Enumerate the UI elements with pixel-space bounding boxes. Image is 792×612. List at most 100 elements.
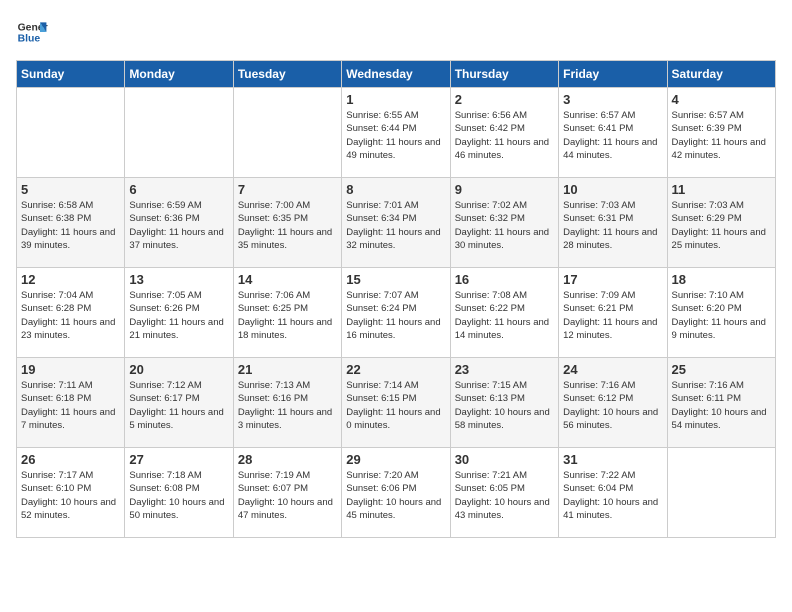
calendar-cell: 4 Sunrise: 6:57 AM Sunset: 6:39 PM Daylig… bbox=[667, 88, 775, 178]
calendar-cell: 26 Sunrise: 7:17 AM Sunset: 6:10 PM Dayli… bbox=[17, 448, 125, 538]
calendar-week-2: 5 Sunrise: 6:58 AM Sunset: 6:38 PM Daylig… bbox=[17, 178, 776, 268]
day-info: Sunrise: 7:00 AM Sunset: 6:35 PM Dayligh… bbox=[238, 199, 337, 252]
day-number: 6 bbox=[129, 182, 228, 197]
day-number: 1 bbox=[346, 92, 445, 107]
day-number: 20 bbox=[129, 362, 228, 377]
dow-header-tuesday: Tuesday bbox=[233, 61, 341, 88]
calendar-cell: 3 Sunrise: 6:57 AM Sunset: 6:41 PM Daylig… bbox=[559, 88, 667, 178]
calendar-week-5: 26 Sunrise: 7:17 AM Sunset: 6:10 PM Dayli… bbox=[17, 448, 776, 538]
dow-header-thursday: Thursday bbox=[450, 61, 558, 88]
calendar-cell: 21 Sunrise: 7:13 AM Sunset: 6:16 PM Dayli… bbox=[233, 358, 341, 448]
day-number: 11 bbox=[672, 182, 771, 197]
calendar-cell: 14 Sunrise: 7:06 AM Sunset: 6:25 PM Dayli… bbox=[233, 268, 341, 358]
day-info: Sunrise: 7:02 AM Sunset: 6:32 PM Dayligh… bbox=[455, 199, 554, 252]
calendar-cell: 24Sunrise: 7:16 AM Sunset: 6:12 PM Dayli… bbox=[559, 358, 667, 448]
day-number: 7 bbox=[238, 182, 337, 197]
day-info: Sunrise: 6:57 AM Sunset: 6:41 PM Dayligh… bbox=[563, 109, 662, 162]
day-number: 9 bbox=[455, 182, 554, 197]
day-number: 19 bbox=[21, 362, 120, 377]
day-info: Sunrise: 7:16 AM Sunset: 6:12 PM Dayligh… bbox=[563, 379, 662, 432]
day-number: 14 bbox=[238, 272, 337, 287]
days-of-week-row: SundayMondayTuesdayWednesdayThursdayFrid… bbox=[17, 61, 776, 88]
day-info: Sunrise: 7:16 AM Sunset: 6:11 PM Dayligh… bbox=[672, 379, 771, 432]
calendar-cell: 7 Sunrise: 7:00 AM Sunset: 6:35 PM Daylig… bbox=[233, 178, 341, 268]
calendar-cell bbox=[667, 448, 775, 538]
day-number: 21 bbox=[238, 362, 337, 377]
calendar-cell: 9 Sunrise: 7:02 AM Sunset: 6:32 PM Daylig… bbox=[450, 178, 558, 268]
calendar-cell: 20 Sunrise: 7:12 AM Sunset: 6:17 PM Dayli… bbox=[125, 358, 233, 448]
calendar-cell: 15Sunrise: 7:07 AM Sunset: 6:24 PM Dayli… bbox=[342, 268, 450, 358]
calendar-cell: 11 Sunrise: 7:03 AM Sunset: 6:29 PM Dayli… bbox=[667, 178, 775, 268]
calendar-cell: 13Sunrise: 7:05 AM Sunset: 6:26 PM Dayli… bbox=[125, 268, 233, 358]
logo: General Blue bbox=[16, 16, 48, 48]
day-number: 18 bbox=[672, 272, 771, 287]
day-info: Sunrise: 7:13 AM Sunset: 6:16 PM Dayligh… bbox=[238, 379, 337, 432]
calendar-cell: 28 Sunrise: 7:19 AM Sunset: 6:07 PM Dayli… bbox=[233, 448, 341, 538]
calendar-cell bbox=[125, 88, 233, 178]
calendar-cell: 17Sunrise: 7:09 AM Sunset: 6:21 PM Dayli… bbox=[559, 268, 667, 358]
dow-header-wednesday: Wednesday bbox=[342, 61, 450, 88]
calendar-cell: 19 Sunrise: 7:11 AM Sunset: 6:18 PM Dayli… bbox=[17, 358, 125, 448]
day-number: 10 bbox=[563, 182, 662, 197]
day-info: Sunrise: 6:57 AM Sunset: 6:39 PM Dayligh… bbox=[672, 109, 771, 162]
day-info: Sunrise: 7:03 AM Sunset: 6:29 PM Dayligh… bbox=[672, 199, 771, 252]
day-info: Sunrise: 7:05 AM Sunset: 6:26 PM Dayligh… bbox=[129, 289, 228, 342]
day-info: Sunrise: 7:12 AM Sunset: 6:17 PM Dayligh… bbox=[129, 379, 228, 432]
calendar-week-4: 19 Sunrise: 7:11 AM Sunset: 6:18 PM Dayli… bbox=[17, 358, 776, 448]
calendar-week-1: 1 Sunrise: 6:55 AM Sunset: 6:44 PM Daylig… bbox=[17, 88, 776, 178]
day-number: 15 bbox=[346, 272, 445, 287]
day-number: 23 bbox=[455, 362, 554, 377]
day-info: Sunrise: 7:22 AM Sunset: 6:04 PM Dayligh… bbox=[563, 469, 662, 522]
day-info: Sunrise: 6:59 AM Sunset: 6:36 PM Dayligh… bbox=[129, 199, 228, 252]
day-info: Sunrise: 7:19 AM Sunset: 6:07 PM Dayligh… bbox=[238, 469, 337, 522]
day-number: 22 bbox=[346, 362, 445, 377]
day-info: Sunrise: 7:21 AM Sunset: 6:05 PM Dayligh… bbox=[455, 469, 554, 522]
day-number: 29 bbox=[346, 452, 445, 467]
day-info: Sunrise: 7:20 AM Sunset: 6:06 PM Dayligh… bbox=[346, 469, 445, 522]
day-info: Sunrise: 7:09 AM Sunset: 6:21 PM Dayligh… bbox=[563, 289, 662, 342]
calendar-week-3: 12 Sunrise: 7:04 AM Sunset: 6:28 PM Dayli… bbox=[17, 268, 776, 358]
day-number: 26 bbox=[21, 452, 120, 467]
calendar-cell: 31 Sunrise: 7:22 AM Sunset: 6:04 PM Dayli… bbox=[559, 448, 667, 538]
day-number: 27 bbox=[129, 452, 228, 467]
calendar-cell: 25Sunrise: 7:16 AM Sunset: 6:11 PM Dayli… bbox=[667, 358, 775, 448]
day-info: Sunrise: 7:14 AM Sunset: 6:15 PM Dayligh… bbox=[346, 379, 445, 432]
day-info: Sunrise: 7:10 AM Sunset: 6:20 PM Dayligh… bbox=[672, 289, 771, 342]
calendar-cell: 5 Sunrise: 6:58 AM Sunset: 6:38 PM Daylig… bbox=[17, 178, 125, 268]
day-info: Sunrise: 7:01 AM Sunset: 6:34 PM Dayligh… bbox=[346, 199, 445, 252]
day-number: 31 bbox=[563, 452, 662, 467]
day-number: 5 bbox=[21, 182, 120, 197]
dow-header-monday: Monday bbox=[125, 61, 233, 88]
dow-header-sunday: Sunday bbox=[17, 61, 125, 88]
calendar-cell: 6 Sunrise: 6:59 AM Sunset: 6:36 PM Daylig… bbox=[125, 178, 233, 268]
calendar-cell: 23Sunrise: 7:15 AM Sunset: 6:13 PM Dayli… bbox=[450, 358, 558, 448]
calendar-table: SundayMondayTuesdayWednesdayThursdayFrid… bbox=[16, 60, 776, 538]
calendar-cell: 10Sunrise: 7:03 AM Sunset: 6:31 PM Dayli… bbox=[559, 178, 667, 268]
day-number: 2 bbox=[455, 92, 554, 107]
calendar-cell: 27 Sunrise: 7:18 AM Sunset: 6:08 PM Dayli… bbox=[125, 448, 233, 538]
calendar-cell bbox=[233, 88, 341, 178]
day-info: Sunrise: 6:55 AM Sunset: 6:44 PM Dayligh… bbox=[346, 109, 445, 162]
calendar-cell: 2 Sunrise: 6:56 AM Sunset: 6:42 PM Daylig… bbox=[450, 88, 558, 178]
calendar-cell: 29 Sunrise: 7:20 AM Sunset: 6:06 PM Dayli… bbox=[342, 448, 450, 538]
day-info: Sunrise: 7:18 AM Sunset: 6:08 PM Dayligh… bbox=[129, 469, 228, 522]
calendar-cell: 8 Sunrise: 7:01 AM Sunset: 6:34 PM Daylig… bbox=[342, 178, 450, 268]
day-info: Sunrise: 7:06 AM Sunset: 6:25 PM Dayligh… bbox=[238, 289, 337, 342]
logo-icon: General Blue bbox=[16, 16, 48, 48]
calendar-cell: 30Sunrise: 7:21 AM Sunset: 6:05 PM Dayli… bbox=[450, 448, 558, 538]
day-info: Sunrise: 7:04 AM Sunset: 6:28 PM Dayligh… bbox=[21, 289, 120, 342]
calendar-cell: 1 Sunrise: 6:55 AM Sunset: 6:44 PM Daylig… bbox=[342, 88, 450, 178]
day-info: Sunrise: 7:11 AM Sunset: 6:18 PM Dayligh… bbox=[21, 379, 120, 432]
day-number: 12 bbox=[21, 272, 120, 287]
day-info: Sunrise: 6:56 AM Sunset: 6:42 PM Dayligh… bbox=[455, 109, 554, 162]
day-number: 28 bbox=[238, 452, 337, 467]
day-number: 4 bbox=[672, 92, 771, 107]
calendar-cell: 18 Sunrise: 7:10 AM Sunset: 6:20 PM Dayli… bbox=[667, 268, 775, 358]
svg-text:Blue: Blue bbox=[18, 34, 41, 45]
day-info: Sunrise: 6:58 AM Sunset: 6:38 PM Dayligh… bbox=[21, 199, 120, 252]
calendar-cell: 12 Sunrise: 7:04 AM Sunset: 6:28 PM Dayli… bbox=[17, 268, 125, 358]
page-header: General Blue bbox=[16, 16, 776, 48]
day-info: Sunrise: 7:17 AM Sunset: 6:10 PM Dayligh… bbox=[21, 469, 120, 522]
day-number: 3 bbox=[563, 92, 662, 107]
day-number: 8 bbox=[346, 182, 445, 197]
